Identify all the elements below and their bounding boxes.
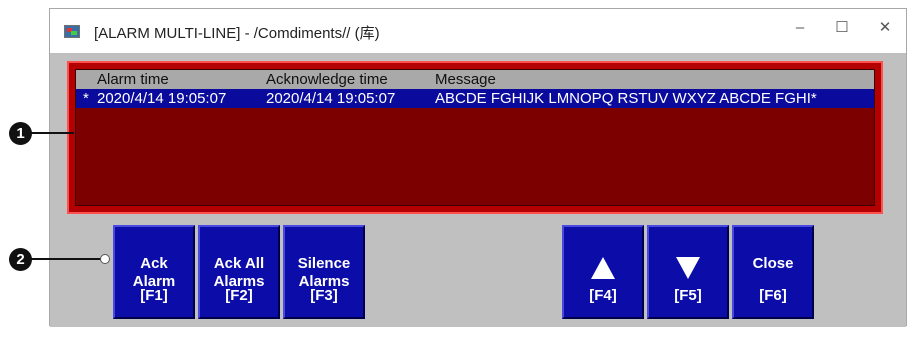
ack-all-alarms-button[interactable]: Ack All Alarms [F2] [198, 225, 280, 319]
close-label: Close [752, 255, 794, 272]
column-header-alarm-time[interactable]: Alarm time [97, 70, 169, 89]
silence-key: [F3] [310, 287, 338, 304]
arrow-up-icon [591, 257, 615, 279]
ack-alarm-button[interactable]: Ack Alarm [F1] [113, 225, 195, 319]
message-cell: ABCDE FGHIJK LMNOPQ RSTUV WXYZ ABCDE FGH… [435, 90, 817, 107]
alarm-list-header: Alarm time Acknowledge time Message [76, 70, 874, 89]
callout-2-leader [30, 258, 102, 260]
callout-1-leader [30, 132, 74, 134]
close-button[interactable]: Close [F6] [732, 225, 814, 319]
ack-alarm-label-1: Ack [140, 255, 168, 272]
ack-time-cell: 2020/4/14 19:05:07 [266, 90, 396, 107]
scroll-down-button[interactable]: [F5] [647, 225, 729, 319]
callout-2-anchor-dot [100, 254, 110, 264]
callout-1: 1 [9, 122, 32, 145]
callout-2: 2 [9, 248, 32, 271]
close-window-button[interactable]: ✕ [870, 15, 900, 41]
window-content: Alarm time Acknowledge time Message * 20… [50, 53, 906, 327]
arrow-down-icon [676, 257, 700, 279]
ack-alarm-key: [F1] [140, 287, 168, 304]
alarm-time-cell: 2020/4/14 19:05:07 [97, 90, 227, 107]
silence-alarms-button[interactable]: Silence Alarms [F3] [283, 225, 365, 319]
ack-all-label-1: Ack All [213, 255, 265, 272]
app-icon [64, 25, 80, 38]
silence-label-1: Silence [297, 255, 351, 272]
close-key: [F6] [759, 287, 787, 304]
alarm-row-marker: * [83, 90, 89, 107]
alarm-panel: Alarm time Acknowledge time Message * 20… [67, 61, 883, 214]
ack-all-key: [F2] [225, 287, 253, 304]
title-bar[interactable]: [ALARM MULTI-LINE] - /Comdiments// (库) –… [50, 9, 906, 53]
alarm-row[interactable]: * 2020/4/14 19:05:07 2020/4/14 19:05:07 … [76, 89, 874, 108]
column-header-message[interactable]: Message [435, 70, 496, 89]
scroll-up-key: [F4] [589, 287, 617, 304]
window-title: [ALARM MULTI-LINE] - /Comdiments// (库) [94, 25, 380, 42]
maximize-button[interactable]: ☐ [827, 15, 857, 41]
column-header-acknowledge-time[interactable]: Acknowledge time [266, 70, 388, 89]
minimize-button[interactable]: – [785, 15, 815, 41]
scroll-down-key: [F5] [674, 287, 702, 304]
alarm-window: [ALARM MULTI-LINE] - /Comdiments// (库) –… [49, 8, 907, 327]
scroll-up-button[interactable]: [F4] [562, 225, 644, 319]
alarm-list[interactable]: Alarm time Acknowledge time Message * 20… [75, 69, 875, 206]
